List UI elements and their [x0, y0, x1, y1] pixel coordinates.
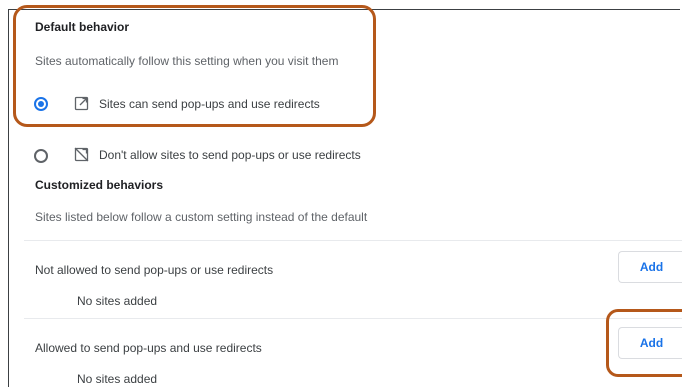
not-allowed-label: Not allowed to send pop-ups or use redir…	[35, 263, 274, 277]
customized-behaviors-description: Sites listed below follow a custom setti…	[35, 210, 368, 224]
default-behavior-description: Sites automatically follow this setting …	[35, 54, 339, 68]
site-settings-popups-panel: Default behavior Sites automatically fol…	[0, 0, 682, 387]
radio-block-popups[interactable]	[34, 149, 48, 163]
panel-border-left	[8, 9, 9, 387]
radio-allow-popups[interactable]	[34, 97, 48, 111]
allowed-label: Allowed to send pop-ups and use redirect…	[35, 341, 262, 355]
default-behavior-heading: Default behavior	[35, 20, 130, 34]
not-allowed-empty-text: No sites added	[77, 294, 158, 308]
add-allowed-button[interactable]: Add	[618, 327, 682, 359]
popup-blocked-icon	[74, 147, 89, 162]
allowed-empty-text: No sites added	[77, 372, 158, 386]
section-divider	[24, 318, 682, 319]
panel-border-top	[8, 9, 680, 10]
customized-behaviors-heading: Customized behaviors	[35, 178, 164, 192]
popup-allowed-icon	[74, 96, 89, 111]
option-allow-popups-label: Sites can send pop-ups and use redirects	[99, 97, 320, 111]
add-not-allowed-button[interactable]: Add	[618, 251, 682, 283]
option-block-popups-label: Don't allow sites to send pop-ups or use…	[99, 148, 361, 162]
section-divider	[24, 240, 682, 241]
